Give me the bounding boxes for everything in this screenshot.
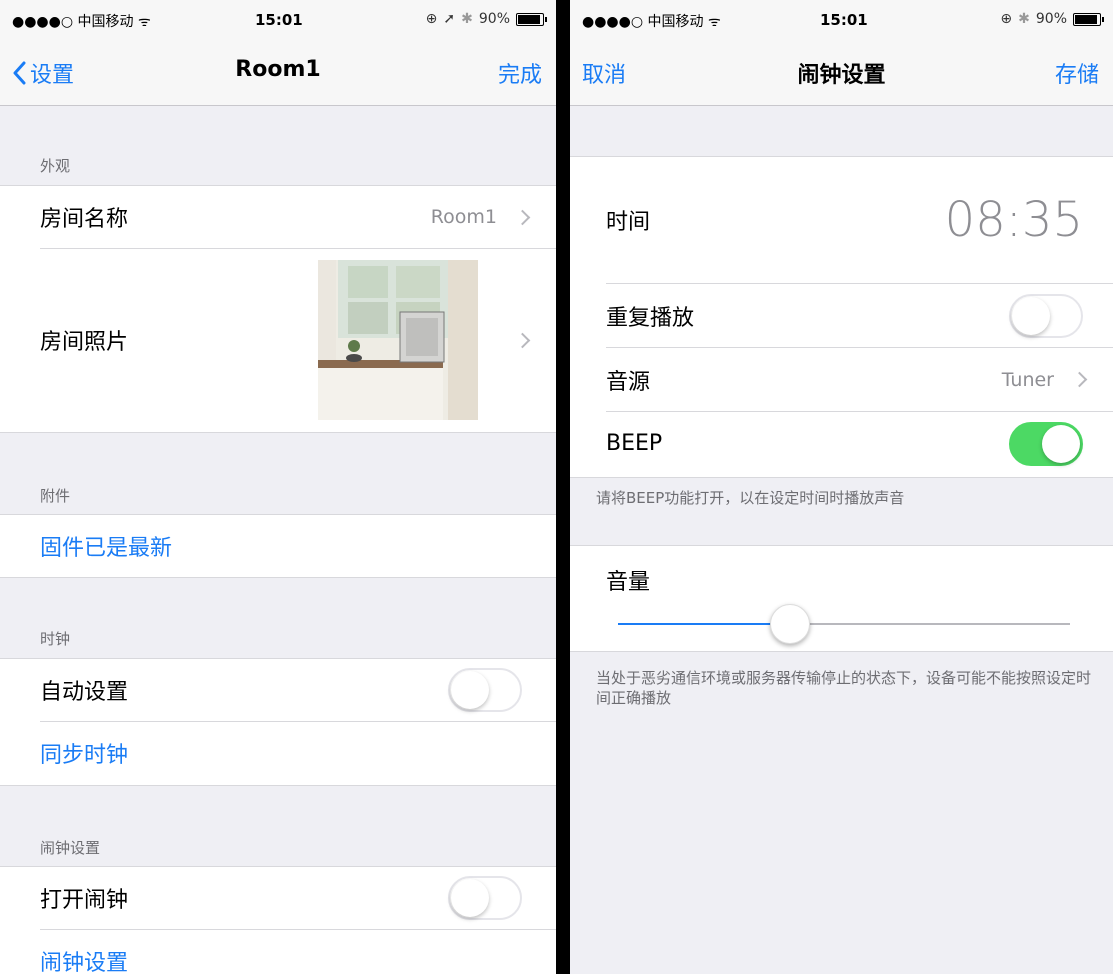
room-name-value: Room1 [430, 206, 497, 228]
volume-label: 音量 [606, 570, 651, 595]
source-value: Tuner [1001, 368, 1054, 391]
auto-set-label: 自动设置 [40, 680, 129, 705]
done-button[interactable]: 完成 [498, 57, 542, 89]
repeat-label: 重复播放 [606, 305, 695, 331]
room-photo-row[interactable]: 房间照片 [40, 249, 556, 431]
page-title: Room1 [235, 57, 321, 82]
navigation-bar: 设置 Room1 完成 [0, 40, 556, 106]
page-title: 闹钟设置 [797, 63, 886, 88]
open-alarm-label: 打开闹钟 [40, 888, 129, 913]
alarm-settings-row[interactable]: 闹钟设置 [40, 930, 556, 974]
time-row[interactable]: 时间 08:35 [606, 157, 1113, 284]
status-time: 15:01 [255, 11, 303, 29]
volume-slider[interactable] [618, 604, 1070, 644]
room-photo-label: 房间照片 [40, 330, 129, 355]
sync-clock-link[interactable]: 同步时钟 [40, 737, 128, 769]
open-alarm-row: 打开闹钟 [40, 867, 556, 930]
repeat-toggle[interactable] [1009, 293, 1083, 338]
alarm-settings-link[interactable]: 闹钟设置 [40, 945, 128, 974]
carrier-label: ●●●●○ 中国移动 ᯤ [582, 14, 721, 30]
beep-toggle[interactable] [1009, 421, 1083, 466]
chevron-right-icon [1071, 371, 1088, 388]
source-row[interactable]: 音源 Tuner [606, 348, 1113, 412]
section-header-alarm: 闹钟设置 [40, 839, 101, 857]
battery-percent: 90% [478, 11, 510, 27]
room-settings-screen: ●●●●○ 中国移动 ᯤ 15:01 ⊕ ➚ ✱ 90% 设置 Room1 完成… [0, 0, 556, 974]
repeat-row: 重复播放 [606, 284, 1113, 348]
firmware-status-link[interactable]: 固件已是最新 [40, 530, 172, 562]
room-name-label: 房间名称 [40, 207, 129, 232]
open-alarm-toggle[interactable] [448, 876, 522, 920]
navigation-bar: 取消 闹钟设置 存储 [570, 40, 1113, 106]
bluetooth-icon: ✱ [1018, 11, 1030, 27]
rotation-lock-icon: ⊕ [425, 11, 438, 27]
chevron-right-icon [514, 332, 531, 348]
slider-thumb[interactable] [770, 604, 811, 644]
room-photo-image [318, 260, 478, 420]
status-bar: ●●●●○ 中国移动 ᯤ 15:01 ⊕ ✱ 90% [570, 0, 1113, 40]
battery-icon [1073, 12, 1104, 26]
beep-label: BEEP [606, 431, 663, 456]
auto-set-row: 自动设置 [40, 659, 556, 722]
battery-percent: 90% [1035, 11, 1067, 27]
sync-clock-row[interactable]: 同步时钟 [40, 722, 556, 784]
bluetooth-icon: ✱ [461, 11, 473, 27]
time-label: 时间 [606, 210, 651, 235]
alarm-settings-screen: ●●●●○ 中国移动 ᯤ 15:01 ⊕ ✱ 90% 取消 闹钟设置 存储 时间… [570, 0, 1113, 974]
room-photo-thumbnail[interactable] [318, 260, 478, 420]
save-button[interactable]: 存储 [1055, 57, 1099, 89]
status-bar: ●●●●○ 中国移动 ᯤ 15:01 ⊕ ➚ ✱ 90% [0, 0, 556, 40]
rotation-lock-icon: ⊕ [1000, 11, 1013, 27]
beep-row: BEEP [606, 412, 1113, 475]
chevron-right-icon [514, 209, 531, 225]
beep-note: 请将BEEP功能打开，以在设定时间时播放声音 [596, 489, 905, 507]
location-icon: ➚ [443, 11, 456, 27]
source-label: 音源 [606, 369, 651, 395]
battery-icon [516, 12, 547, 26]
slider-fill [618, 623, 791, 625]
footer-note: 当处于恶劣通信环境或服务器传输停止的状态下，设备可能不能按照设定时间正确播放 [596, 669, 1092, 707]
room-name-row[interactable]: 房间名称 Room1 [40, 186, 556, 249]
section-header-accessories: 附件 [40, 487, 71, 505]
carrier-label: ●●●●○ 中国移动 ᯤ [12, 14, 151, 30]
time-value[interactable]: 08:35 [945, 192, 1083, 248]
firmware-row[interactable]: 固件已是最新 [40, 515, 556, 577]
section-header-clock: 时钟 [40, 630, 71, 648]
section-header-appearance: 外观 [40, 157, 71, 175]
status-time: 15:01 [820, 11, 868, 29]
auto-set-toggle[interactable] [448, 668, 522, 712]
